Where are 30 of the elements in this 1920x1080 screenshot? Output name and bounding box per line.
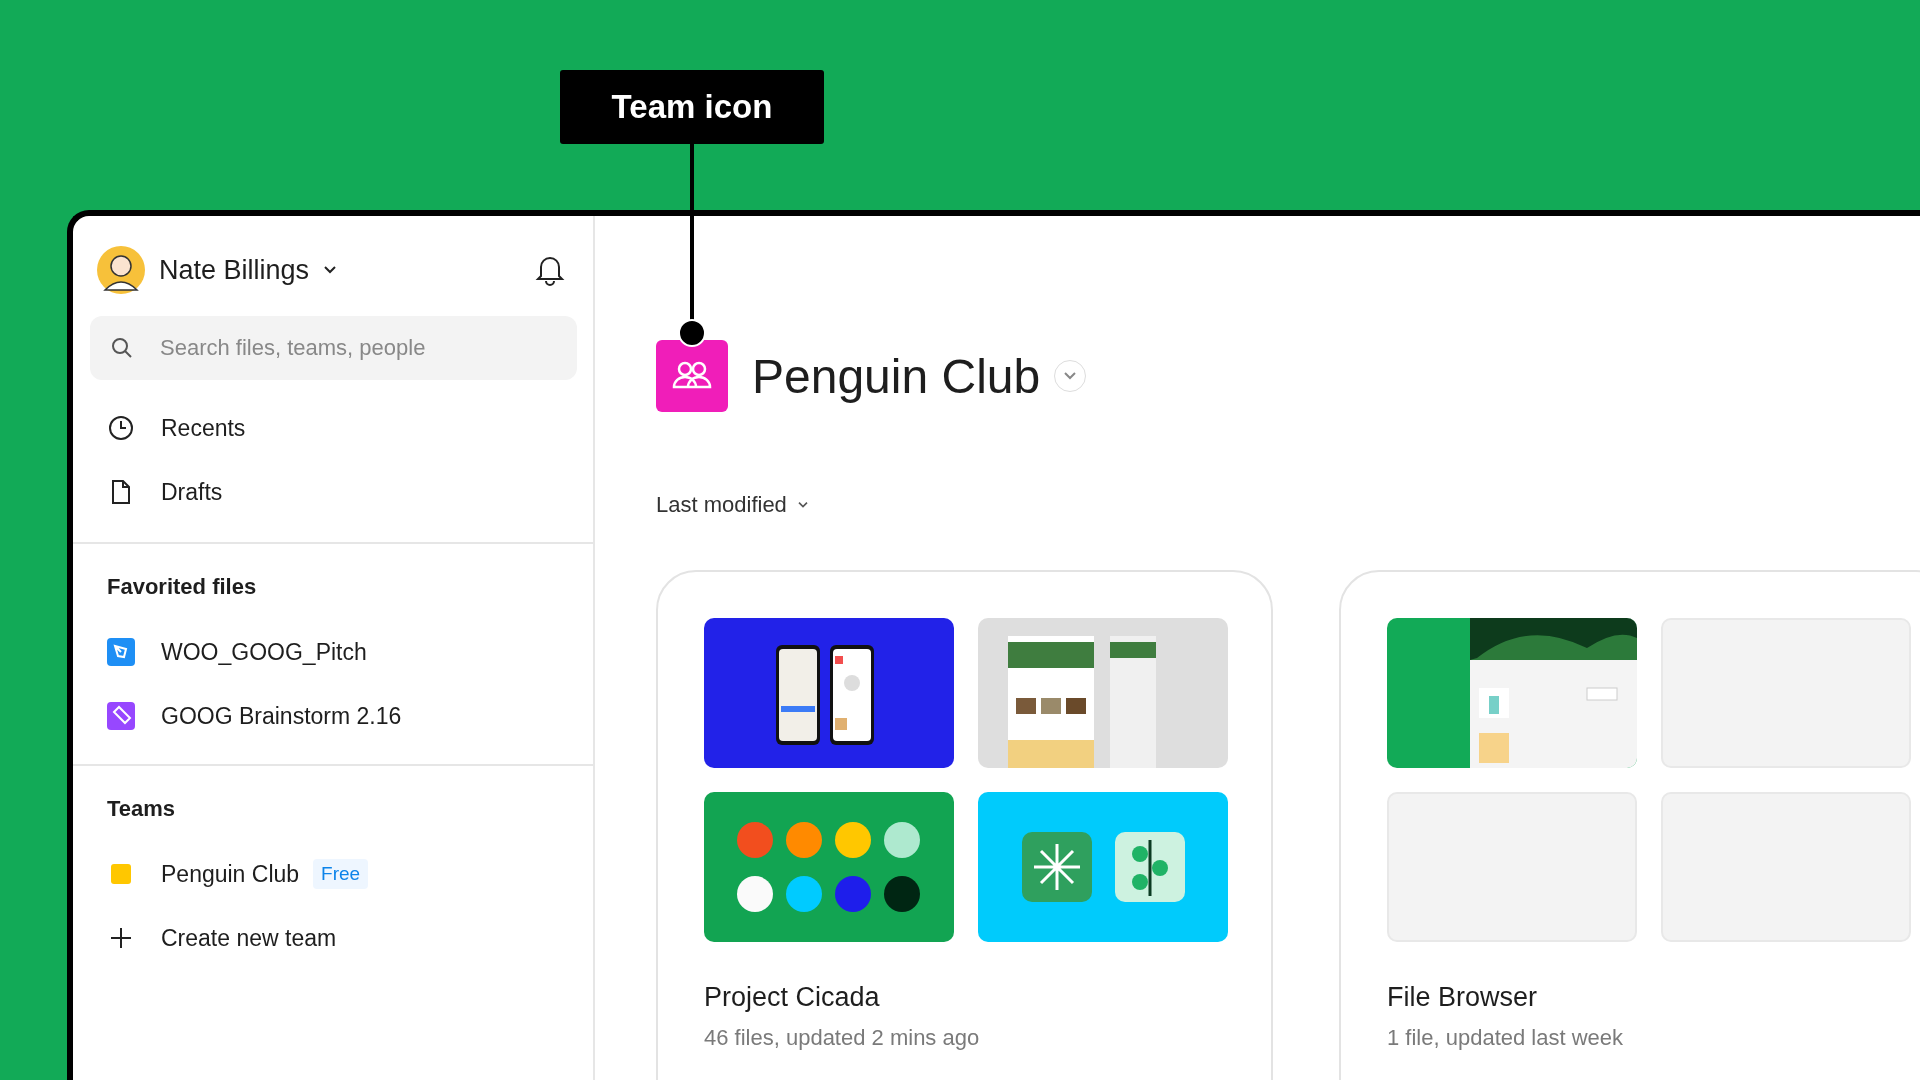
clock-icon [107, 414, 135, 442]
chevron-down-icon [796, 501, 809, 509]
section-heading: Favorited files [106, 573, 258, 601]
team-item[interactable]: Penguin Club Free [73, 842, 593, 906]
team-menu-button[interactable] [1054, 360, 1087, 392]
annotation-label: Team icon [560, 70, 824, 144]
project-meta: 46 files, updated 2 mins ago [704, 1025, 981, 1051]
notifications-button[interactable] [535, 254, 565, 286]
account-menu[interactable]: Nate Billings [97, 246, 338, 294]
project-title: Project Cicada [704, 982, 881, 1013]
favorite-file[interactable]: WOO_GOOG_Pitch [73, 620, 593, 684]
project-title: File Browser [1387, 982, 1539, 1013]
plan-badge: Free [313, 859, 369, 889]
nav-item[interactable]: Recents [73, 396, 593, 460]
favorite-file[interactable]: GOOG Brainstorm 2.16 [73, 684, 593, 748]
search-field[interactable]: Search files, teams, people [90, 316, 577, 380]
sort-dropdown[interactable]: Last modified [656, 492, 809, 518]
search-icon [110, 336, 134, 360]
team-icon[interactable] [656, 340, 728, 412]
avatar-icon [97, 246, 145, 294]
create-team-button[interactable]: Create new team [73, 906, 593, 970]
chevron-down-icon [1063, 371, 1078, 381]
section-heading: Teams [106, 795, 177, 823]
team-title: Penguin Club [752, 348, 1041, 404]
nav-item[interactable]: Drafts [73, 460, 593, 524]
project-meta: 1 file, updated last week [1387, 1025, 1625, 1051]
bell-icon [535, 254, 565, 286]
chevron-down-icon [323, 265, 338, 275]
project-card[interactable]: Project Cicada 46 files, updated 2 mins ago [656, 570, 1273, 1080]
project-card[interactable]: File Browser 1 file, updated last week [1339, 570, 1920, 1080]
